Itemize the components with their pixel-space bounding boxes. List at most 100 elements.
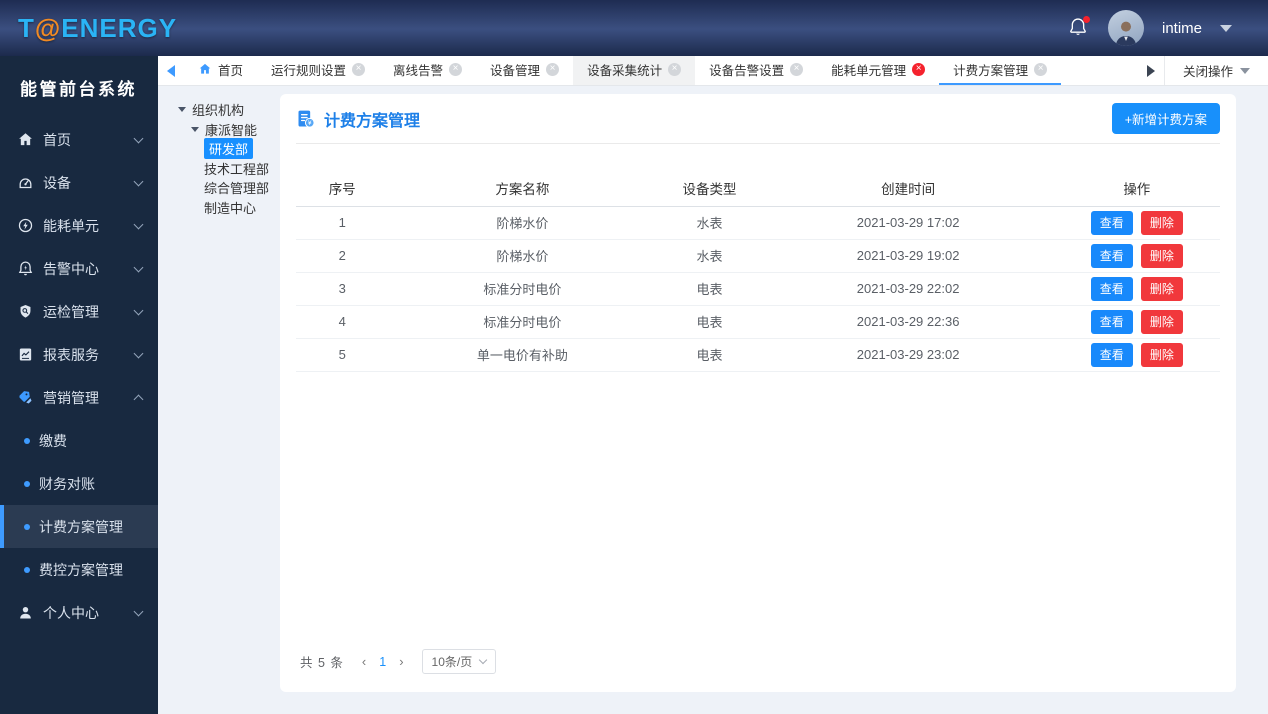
tree-caret-icon[interactable] xyxy=(191,126,199,132)
sidebar-item-reports[interactable]: 报表服务 xyxy=(0,333,158,376)
tree-caret-icon[interactable] xyxy=(178,107,186,113)
header-right: intime xyxy=(1068,10,1232,46)
sidebar-subitem-payment[interactable]: 缴费 xyxy=(0,419,158,462)
chevron-up-icon xyxy=(133,394,144,405)
tab-scroll-right-icon[interactable] xyxy=(1138,56,1164,85)
sidebar-item-alarm-center[interactable]: 告警中心 xyxy=(0,247,158,290)
cell-name: 阶梯水价 xyxy=(388,206,657,240)
tab-home[interactable]: 首页 xyxy=(184,56,257,85)
tab-label: 能耗单元管理 xyxy=(831,64,907,78)
user-menu-caret-icon[interactable] xyxy=(1220,24,1232,32)
tab-close-icon[interactable]: × xyxy=(912,63,926,76)
view-button[interactable]: 查看 xyxy=(1090,210,1133,235)
cell-actions: 查看 删除 xyxy=(1053,305,1220,339)
tree-node[interactable]: 综合管理部 xyxy=(174,178,280,198)
sidebar-item-marketing[interactable]: 营销管理 xyxy=(0,376,158,419)
svg-text:¥: ¥ xyxy=(308,120,312,127)
close-operations-label: 关闭操作 xyxy=(1182,65,1233,79)
page-size-select[interactable]: 10条/页 xyxy=(421,649,497,674)
view-button[interactable]: 查看 xyxy=(1090,243,1133,268)
tree-node[interactable]: 制造中心 xyxy=(174,198,280,218)
table-row: 5 单一电价有补助 电表 2021-03-29 23:02 查看 删除 xyxy=(296,338,1220,372)
sidebar-subitem-label: 缴费 xyxy=(39,432,67,449)
delete-button[interactable]: 删除 xyxy=(1140,342,1183,367)
view-button[interactable]: 查看 xyxy=(1090,309,1133,334)
pagination-prev-button[interactable]: ‹ xyxy=(358,654,370,669)
sidebar-item-label: 首页 xyxy=(43,131,71,148)
bullet-dot-icon xyxy=(24,566,30,573)
page-title: 计费方案管理 xyxy=(324,112,421,130)
cell-name: 阶梯水价 xyxy=(388,239,657,273)
close-operations-dropdown[interactable]: 关闭操作 xyxy=(1163,56,1268,85)
report-icon xyxy=(17,346,34,363)
tab-close-icon[interactable]: × xyxy=(668,63,682,76)
table-row: 1 阶梯水价 水表 2021-03-29 17:02 查看 删除 xyxy=(296,206,1220,240)
column-header: 操作 xyxy=(1053,176,1220,207)
chevron-down-icon xyxy=(133,262,144,272)
tree-node-label: 组织机构 xyxy=(192,103,245,119)
table-row: 4 标准分时电价 电表 2021-03-29 22:36 查看 删除 xyxy=(296,305,1220,339)
user-avatar[interactable] xyxy=(1107,10,1144,46)
tab-label: 离线告警 xyxy=(393,64,444,78)
sidebar-subitem-finance-reconciliation[interactable]: 财务对账 xyxy=(0,462,158,505)
cell-name: 单一电价有补助 xyxy=(388,338,657,372)
notification-bell-icon[interactable] xyxy=(1068,16,1090,39)
delete-button[interactable]: 删除 xyxy=(1140,276,1183,301)
delete-button[interactable]: 删除 xyxy=(1140,309,1183,334)
cell-type: 水表 xyxy=(656,206,763,240)
sidebar-item-label: 运检管理 xyxy=(43,303,99,320)
sidebar-subitem-fee-control-plan[interactable]: 费控方案管理 xyxy=(0,548,158,591)
tab-offline-alarm[interactable]: 离线告警 × xyxy=(379,56,476,85)
pagination: 共 5 条 ‹ 1 › 10条/页 xyxy=(280,649,1236,692)
cell-name: 标准分时电价 xyxy=(388,272,657,306)
tree-node[interactable]: 组织机构 xyxy=(174,100,280,120)
tree-node[interactable]: 技术工程部 xyxy=(174,159,280,179)
add-billing-plan-button[interactable]: +新增计费方案 xyxy=(1111,103,1220,134)
sidebar-item-label: 能耗单元 xyxy=(43,217,99,234)
tree-node[interactable]: 研发部 xyxy=(174,138,280,160)
table-body: 1 阶梯水价 水表 2021-03-29 17:02 查看 删除 2 阶梯水价 水表 2021-0… xyxy=(296,206,1220,372)
tab-close-icon[interactable]: × xyxy=(1034,63,1048,76)
tab-device-mgmt[interactable]: 设备管理 × xyxy=(476,56,573,85)
view-button[interactable]: 查看 xyxy=(1090,342,1133,367)
marketing-icon xyxy=(17,389,34,406)
tab-run-rules[interactable]: 运行规则设置 × xyxy=(257,56,379,85)
tab-device-collect-stats[interactable]: 设备采集统计 × xyxy=(573,56,696,85)
sidebar-item-device[interactable]: 设备 xyxy=(0,161,158,204)
tree-node-label: 制造中心 xyxy=(204,200,257,216)
sidebar-subitem-label: 费控方案管理 xyxy=(39,561,123,578)
cell-created: 2021-03-29 23:02 xyxy=(762,338,1054,372)
cell-no: 4 xyxy=(296,305,389,339)
tab-close-icon[interactable]: × xyxy=(352,63,366,76)
tab-close-icon[interactable]: × xyxy=(546,63,560,76)
cell-actions: 查看 删除 xyxy=(1053,206,1220,240)
tab-close-icon[interactable]: × xyxy=(790,63,804,76)
delete-button[interactable]: 删除 xyxy=(1140,243,1183,268)
pagination-next-button[interactable]: › xyxy=(395,654,407,669)
tree-node-label: 技术工程部 xyxy=(204,161,270,177)
tab-scroll-left-icon[interactable] xyxy=(158,56,184,85)
tab-energy-unit-mgmt[interactable]: 能耗单元管理 × xyxy=(817,56,939,85)
device-icon xyxy=(17,174,34,191)
cell-created: 2021-03-29 22:36 xyxy=(762,305,1054,339)
sidebar-item-personal-center[interactable]: 个人中心 xyxy=(0,591,158,634)
tab-device-alarm-settings[interactable]: 设备告警设置 × xyxy=(695,56,817,85)
delete-button[interactable]: 删除 xyxy=(1140,210,1183,235)
sidebar-item-home[interactable]: 首页 xyxy=(0,118,158,161)
cell-actions: 查看 删除 xyxy=(1053,272,1220,306)
header-divider xyxy=(296,143,1220,144)
sidebar-subitem-billing-plan[interactable]: 计费方案管理 xyxy=(0,505,158,548)
app-root: T@ENERGY intime 能管前台系统 首页 设备 能耗单元 告警中心 运检管理报… xyxy=(0,0,1268,714)
tree-node[interactable]: 康派智能 xyxy=(174,120,280,140)
pagination-page-1[interactable]: 1 xyxy=(376,655,389,669)
tab-close-icon[interactable]: × xyxy=(449,63,463,76)
view-button[interactable]: 查看 xyxy=(1090,276,1133,301)
cell-name: 标准分时电价 xyxy=(388,305,657,339)
column-header: 设备类型 xyxy=(656,176,763,207)
tab-billing-plan-mgmt[interactable]: 计费方案管理 × xyxy=(939,56,1062,85)
tab-label: 设备告警设置 xyxy=(709,64,785,78)
sidebar-item-inspection[interactable]: 运检管理 xyxy=(0,290,158,333)
sidebar-item-energy-unit[interactable]: 能耗单元 xyxy=(0,204,158,247)
workspace: 组织机构 康派智能 研发部 技术工程部 综合管理部制造中心 ¥ 计费方案管理 +新增计费… xyxy=(158,86,1268,714)
table-row: 3 标准分时电价 电表 2021-03-29 22:02 查看 删除 xyxy=(296,272,1220,306)
